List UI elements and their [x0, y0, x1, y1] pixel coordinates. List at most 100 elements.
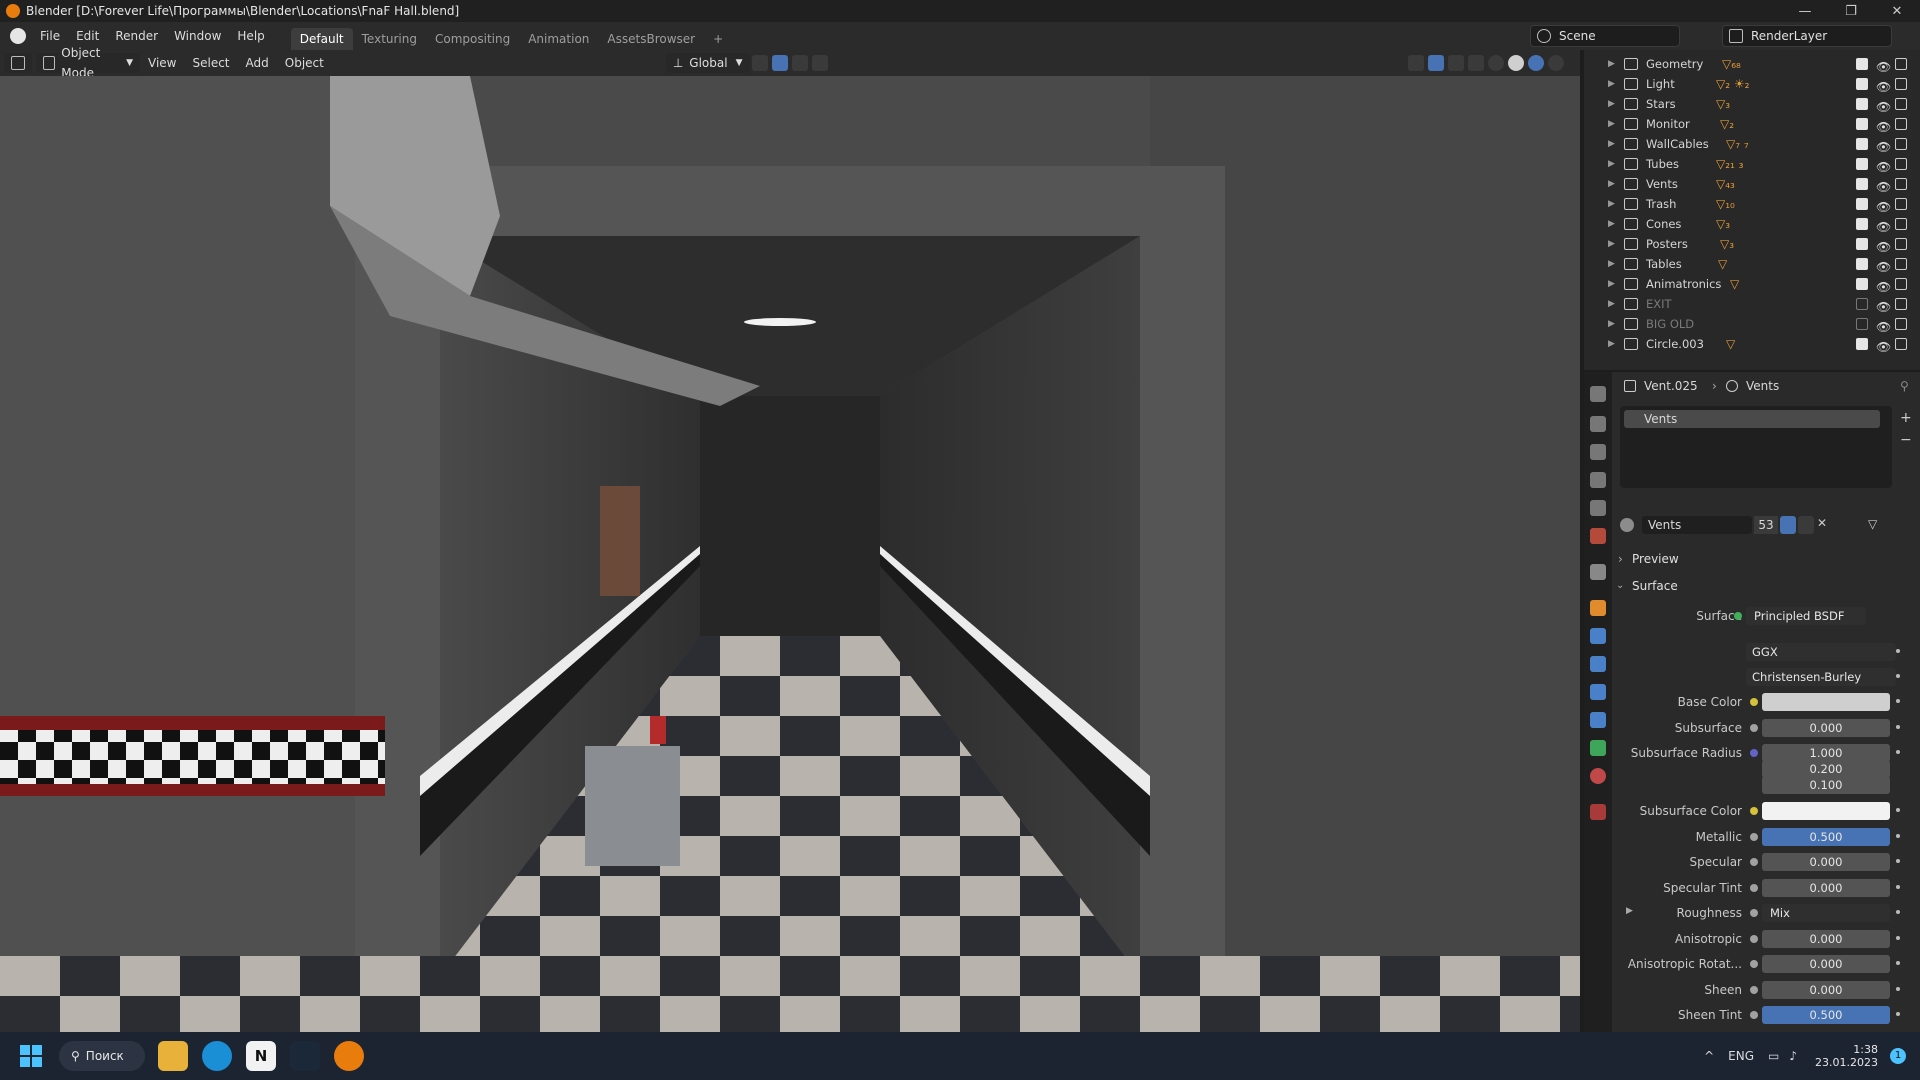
socket-icon[interactable] [1750, 858, 1758, 866]
modifier-tab-icon[interactable] [1590, 628, 1606, 644]
render-camera-icon[interactable] [1895, 278, 1907, 290]
constraints-tab-icon[interactable] [1590, 712, 1606, 728]
outliner-row[interactable]: ▶ Tables ▽ 👁 [1584, 254, 1920, 274]
file-explorer-icon[interactable] [158, 1041, 188, 1071]
expand-arrow-icon[interactable]: ▶ [1608, 294, 1615, 314]
unlink-icon[interactable]: ✕ [1817, 516, 1827, 530]
socket-icon[interactable] [1750, 985, 1758, 994]
overlay-icon[interactable] [1448, 55, 1464, 71]
outliner-row[interactable]: ▶ EXIT 👁 [1584, 294, 1920, 314]
socket-icon[interactable] [1750, 1011, 1758, 1019]
property-field[interactable]: 0.000 [1762, 718, 1890, 737]
outliner-row[interactable]: ▶ Posters ▽₃ 👁 [1584, 234, 1920, 254]
blender-menu-icon[interactable] [10, 28, 26, 44]
distribution-dropdown[interactable]: GGX [1746, 643, 1896, 661]
outliner-row[interactable]: ▶ Trash ▽₁₀ 👁 [1584, 194, 1920, 214]
render-camera-icon[interactable] [1895, 98, 1907, 110]
animate-dot[interactable] [1896, 808, 1900, 812]
socket-icon[interactable] [1750, 909, 1758, 917]
expand-arrow-icon[interactable]: ▶ [1608, 134, 1615, 154]
exclude-checkbox[interactable] [1856, 118, 1868, 130]
property-field[interactable] [1762, 802, 1890, 820]
render-camera-icon[interactable] [1895, 118, 1907, 130]
scene-selector[interactable]: Scene [1530, 25, 1680, 47]
snap-target-icon[interactable] [791, 55, 808, 71]
render-camera-icon[interactable] [1895, 218, 1907, 230]
fake-user-icon[interactable] [1780, 516, 1796, 534]
socket-icon[interactable] [1750, 749, 1758, 757]
physics-tab-icon[interactable] [1590, 684, 1606, 700]
add-workspace-button[interactable]: + [704, 28, 732, 50]
socket-icon[interactable] [1750, 698, 1758, 706]
outliner-row[interactable]: ▶ BIG OLD 👁 [1584, 314, 1920, 334]
outliner-row[interactable]: ▶ Tubes ▽₂₁ ₃ 👁 [1584, 154, 1920, 174]
exclude-checkbox[interactable] [1856, 158, 1868, 170]
material-slot[interactable]: Vents [1624, 410, 1880, 428]
edge-browser-icon[interactable] [202, 1041, 232, 1071]
property-field[interactable]: 0.000 [1762, 878, 1890, 897]
animate-dot[interactable] [1896, 699, 1900, 703]
snap-icon[interactable] [771, 55, 788, 71]
3d-viewport[interactable] [0, 76, 1580, 1032]
animate-dot[interactable] [1896, 649, 1900, 653]
clock[interactable]: 1:38 23.01.2023 [1815, 1043, 1878, 1069]
menu-object[interactable]: Object [277, 56, 332, 70]
animate-dot[interactable] [1896, 910, 1900, 914]
property-field[interactable]: 0.000 [1762, 980, 1890, 999]
exclude-checkbox[interactable] [1856, 298, 1868, 310]
close-button[interactable]: ✕ [1874, 4, 1920, 19]
property-field[interactable]: 0.000 [1762, 853, 1890, 871]
outliner-row[interactable]: ▶ Vents ▽₄₃ 👁 [1584, 174, 1920, 194]
expand-arrow-icon[interactable]: ▶ [1608, 154, 1615, 174]
expand-arrow-icon[interactable]: ▶ [1608, 194, 1615, 214]
tool-tab-icon[interactable] [1590, 386, 1606, 402]
material-shading-icon[interactable] [1528, 55, 1544, 71]
expand-arrow-icon[interactable]: ▶ [1608, 174, 1615, 194]
render-camera-icon[interactable] [1895, 298, 1907, 310]
render-camera-icon[interactable] [1895, 318, 1907, 330]
exclude-checkbox[interactable] [1856, 198, 1868, 210]
solid-shading-icon[interactable] [1508, 55, 1524, 71]
eye-icon[interactable]: 👁 [1876, 337, 1891, 357]
animate-dot[interactable] [1896, 859, 1900, 863]
property-field[interactable]: 0.500 [1762, 827, 1890, 846]
world-tab-icon[interactable] [1590, 528, 1606, 544]
property-field[interactable] [1762, 693, 1890, 711]
outliner-row[interactable]: ▶ WallCables ▽₇ ₇ 👁 [1584, 134, 1920, 154]
exclude-checkbox[interactable] [1856, 178, 1868, 190]
exclude-checkbox[interactable] [1856, 138, 1868, 150]
socket-icon[interactable] [1750, 883, 1758, 892]
output-tab-icon[interactable] [1590, 444, 1606, 460]
property-field[interactable]: 0.000 [1762, 929, 1890, 948]
exclude-checkbox[interactable] [1856, 218, 1868, 230]
animate-dot[interactable] [1896, 1012, 1900, 1016]
transform-orientation-dropdown[interactable]: ⊥ Global ▼ [665, 53, 750, 73]
surface-shader-selector[interactable]: Principled BSDF [1746, 607, 1866, 625]
chevron-up-icon[interactable]: ^ [1704, 1049, 1714, 1063]
expand-arrow-icon[interactable]: ▶ [1608, 94, 1615, 114]
object-tab-icon[interactable] [1590, 600, 1606, 616]
menu-view[interactable]: View [140, 56, 184, 70]
surface-panel-header[interactable]: ⌄ Surface [1614, 575, 1914, 597]
render-camera-icon[interactable] [1895, 198, 1907, 210]
duplicate-icon[interactable] [1798, 516, 1814, 534]
tab-compositing[interactable]: Compositing [426, 28, 519, 50]
material-browse-icon[interactable] [1620, 518, 1634, 532]
tab-assetsbrowser[interactable]: AssetsBrowser [598, 28, 704, 50]
outliner-row[interactable]: ▶ Circle.003 ▽ 👁 [1584, 334, 1920, 354]
animate-dot[interactable] [1896, 750, 1900, 754]
exclude-checkbox[interactable] [1856, 238, 1868, 250]
expand-arrow-icon[interactable]: ▶ [1608, 214, 1615, 234]
menu-help[interactable]: Help [229, 22, 272, 50]
render-camera-icon[interactable] [1895, 178, 1907, 190]
blender-taskbar-icon[interactable] [334, 1041, 364, 1071]
expand-arrow-icon[interactable]: ▶ [1608, 114, 1615, 134]
link-type-icon[interactable]: ▽ [1868, 517, 1877, 531]
visibility-icon[interactable] [1408, 55, 1424, 71]
view-layer-tab-icon[interactable] [1590, 472, 1606, 488]
particles-tab-icon[interactable] [1590, 656, 1606, 672]
expand-arrow-icon[interactable]: ▶ [1608, 54, 1615, 74]
taskbar-search[interactable]: ⚲ Поиск [59, 1041, 145, 1071]
subsurface-method-dropdown[interactable]: Christensen-Burley [1746, 668, 1896, 686]
animate-dot[interactable] [1896, 961, 1900, 965]
